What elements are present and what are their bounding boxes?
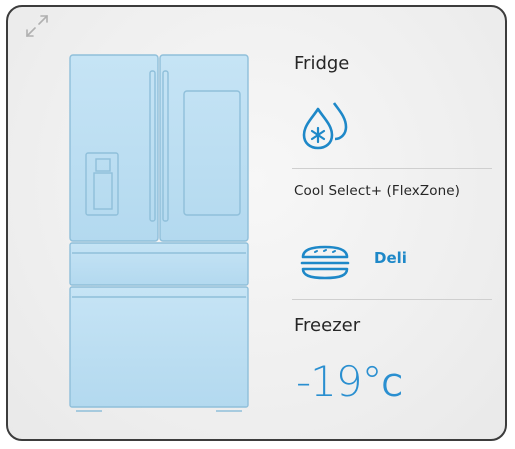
appliance-card: Fridge Cool Select+ (FlexZone) Deli Free… [6,5,507,441]
temperature-unit: C [381,369,403,404]
temperature-value: -19° [296,357,383,406]
ice-drops-icon[interactable] [300,99,350,151]
left-fridge-door [69,54,159,242]
sandwich-icon[interactable] [299,245,351,281]
section-divider [292,299,492,300]
freezer-temperature[interactable]: -19°C [296,357,403,406]
fridge-title: Fridge [294,53,350,74]
refrigerator-illustration [69,54,249,412]
freezer-title: Freezer [294,315,361,336]
expand-icon[interactable] [24,13,50,39]
deli-mode-label[interactable]: Deli [374,249,407,267]
right-fridge-door [159,54,249,242]
section-divider [292,168,492,169]
flexzone-drawer [69,242,249,286]
flexzone-title: Cool Select+ (FlexZone) [294,183,461,199]
freezer-drawer [69,286,249,408]
